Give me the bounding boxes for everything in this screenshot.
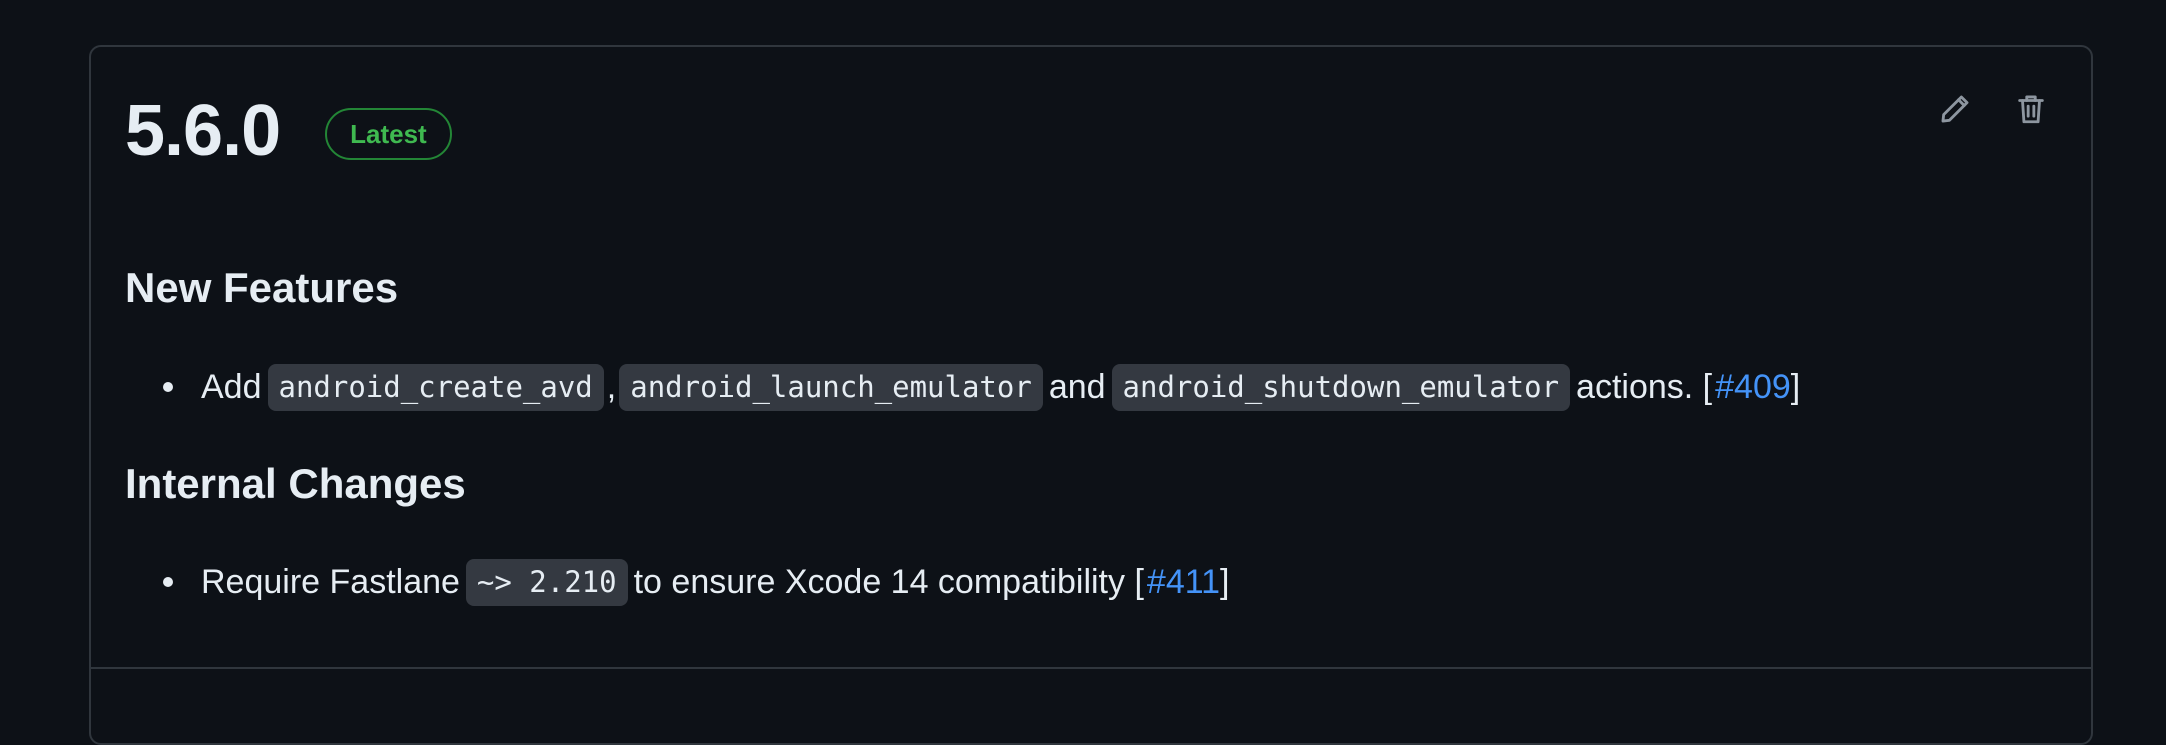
divider (91, 667, 2091, 669)
item-text: Add (201, 368, 262, 406)
item-text: , (606, 368, 617, 406)
item-text: actions. [ (1576, 368, 1713, 406)
trash-icon (2018, 95, 2044, 124)
code-snippet: android_launch_emulator (619, 363, 1043, 411)
item-text: ] (1220, 563, 1230, 601)
section-heading-new-features: New Features (125, 264, 399, 311)
bullet (163, 577, 173, 587)
code-snippet: android_shutdown_emulator (1111, 363, 1571, 411)
bullet (163, 382, 173, 392)
release-version-title[interactable]: 5.6.0 (125, 95, 281, 167)
section-heading-internal-changes: Internal Changes (125, 460, 466, 507)
list-item: Require Fastlane ~> 2.210 to ensure Xcod… (163, 552, 1229, 612)
pencil-icon (1941, 95, 1969, 123)
edit-release-button[interactable] (1937, 91, 1973, 127)
item-text: Require Fastlane (201, 563, 460, 601)
code-snippet: android_create_avd (267, 363, 604, 411)
code-snippet: ~> 2.210 (465, 558, 628, 606)
release-actions (1937, 91, 2049, 127)
release-header: 5.6.0 Latest (125, 95, 452, 167)
item-text: to ensure Xcode 14 compatibility [ (633, 563, 1144, 601)
item-text: and (1048, 368, 1106, 406)
release-card: 5.6.0 Latest New Features Add android_cr… (89, 45, 2093, 745)
pr-link-411[interactable]: #411 (1147, 565, 1220, 599)
item-text: ] (1790, 368, 1801, 406)
pr-link-409[interactable]: #409 (1715, 370, 1791, 404)
list-item: Add android_create_avd , android_launch_… (163, 357, 1800, 417)
latest-badge: Latest (325, 108, 452, 160)
delete-release-button[interactable] (2013, 91, 2049, 127)
